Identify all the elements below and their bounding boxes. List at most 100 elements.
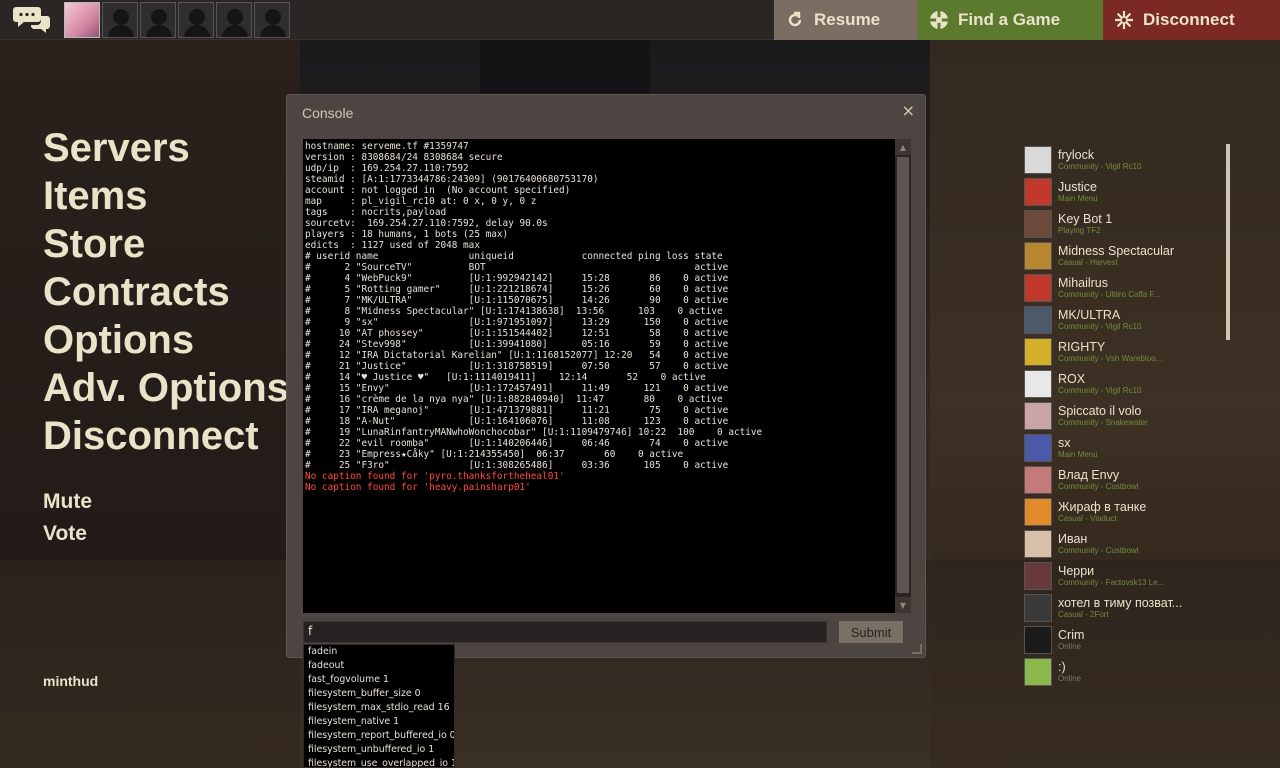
friend-status: Main Menu — [1058, 194, 1098, 204]
menu-items[interactable]: Items — [43, 172, 289, 220]
party-slot-empty[interactable] — [216, 2, 252, 38]
menu-options[interactable]: Options — [43, 316, 289, 364]
autocomplete-option[interactable]: fadeout — [304, 659, 454, 673]
friend-status: Community - Cuѕtbowl — [1058, 546, 1139, 556]
friend-item[interactable]: Justice Main Menu — [1024, 176, 1234, 208]
friends-scrollbar[interactable] — [1226, 144, 1230, 340]
party-avatar-self[interactable] — [64, 2, 100, 38]
console-command-input[interactable]: f — [303, 621, 827, 643]
console-log-line: tags : nocrits,payload — [305, 207, 447, 218]
menu-store[interactable]: Store — [43, 220, 289, 268]
menu-mute[interactable]: Mute — [43, 486, 92, 518]
chat-bubbles-icon[interactable] — [12, 4, 52, 36]
friend-item[interactable]: Key Bot 1 Playing TF2 — [1024, 208, 1234, 240]
friend-item[interactable]: sx Main Menu — [1024, 432, 1234, 464]
friend-item[interactable]: frylock Community - Vigil Rc10 — [1024, 144, 1234, 176]
party-slot-empty[interactable] — [178, 2, 214, 38]
console-error-line: No caption found for 'heavy.painsharp01' — [305, 482, 531, 493]
friend-item[interactable]: Mihailrus Community - Ultiiro Caffa F... — [1024, 272, 1234, 304]
scroll-down-icon[interactable]: ▼ — [895, 597, 911, 613]
friend-item[interactable]: :) Online — [1024, 656, 1234, 688]
friend-item[interactable]: Spiccato il volo Community - Snakewater — [1024, 400, 1234, 432]
friend-item[interactable]: Жираф в танке Casual - Viaduct — [1024, 496, 1234, 528]
menu-adv-options[interactable]: Adv. Options — [43, 364, 289, 412]
autocomplete-option[interactable]: fast_fogvolume 1 — [304, 673, 454, 687]
friend-item[interactable]: Midness Spectacular Casual - Harvest — [1024, 240, 1234, 272]
menu-servers[interactable]: Servers — [43, 124, 289, 172]
console-log-text: hostname: serveme.tf #1359747 version : … — [305, 141, 895, 493]
console-log-line: sourcetv: 169.254.27.110:7592, delay 90.… — [305, 218, 548, 229]
friend-item[interactable]: RIGHTY Community - Vsh Warebloo... — [1024, 336, 1234, 368]
friend-avatar — [1024, 210, 1052, 238]
disconnect-top-label: Disconnect — [1143, 10, 1235, 29]
friend-name: Черри — [1058, 564, 1095, 578]
friend-status: Casual - 2Fort — [1058, 610, 1109, 620]
close-icon[interactable]: × — [902, 101, 915, 120]
friend-item[interactable]: MK/ULTRA Community - Vigil Rc10 — [1024, 304, 1234, 336]
top-bar: Resume Find a Game Disconnect — [0, 0, 1280, 40]
scroll-up-icon[interactable]: ▲ — [895, 139, 911, 155]
console-log-line: # 10 "AT phossey" [U:1:151544402] 12:51 … — [305, 328, 729, 339]
autocomplete-option[interactable]: fadein — [304, 645, 454, 659]
autocomplete-option[interactable]: filesystem_unbuffered_io 1 — [304, 743, 454, 757]
find-game-button[interactable]: Find a Game — [918, 0, 1103, 40]
friend-name: Key Bot 1 — [1058, 212, 1113, 226]
menu-vote[interactable]: Vote — [43, 518, 92, 550]
console-log-line: hostname: serveme.tf #1359747 — [305, 141, 469, 152]
menu-contracts[interactable]: Contracts — [43, 268, 289, 316]
friend-item[interactable]: Черри Community - Factovsk13 Le... — [1024, 560, 1234, 592]
friend-status: Community - Factovsk13 Le... — [1058, 578, 1165, 588]
friend-item[interactable]: Crim Online — [1024, 624, 1234, 656]
resume-button[interactable]: Resume — [774, 0, 918, 40]
console-scrollbar[interactable]: ▲ ▼ — [895, 139, 911, 613]
console-log-line: # 18 "A-Nut" [U:1:164106076] 11:08 123 0… — [305, 416, 729, 427]
friend-item[interactable]: ROX Community - Vigil Rc10 — [1024, 368, 1234, 400]
menu-disconnect[interactable]: Disconnect — [43, 412, 289, 460]
console-error-line: No caption found for 'pyro.thanksfortheh… — [305, 471, 565, 482]
autocomplete-option[interactable]: filesystem_native 1 — [304, 715, 454, 729]
find-game-label: Find a Game — [958, 10, 1061, 29]
friend-avatar — [1024, 402, 1052, 430]
console-log[interactable]: hostname: serveme.tf #1359747 version : … — [303, 139, 895, 613]
friend-name: Spiccato il volo — [1058, 404, 1142, 418]
friend-status: Main Menu — [1058, 450, 1098, 460]
friend-name: Crim — [1058, 628, 1085, 642]
friend-item[interactable]: Влад Envy Community - Cuѕtbowl — [1024, 464, 1234, 496]
resize-grip-icon[interactable] — [912, 644, 922, 654]
friend-status: Casual - Harvest — [1058, 258, 1118, 268]
console-log-line: version : 8308684/24 8308684 secure — [305, 152, 503, 163]
scroll-thumb[interactable] — [897, 157, 909, 593]
main-menu: Servers Items Store Contracts Options Ad… — [43, 124, 289, 460]
console-title: Console — [302, 105, 354, 121]
console-log-line: # 2 "SourceTV" BOT active — [305, 262, 729, 273]
party-slot-empty[interactable] — [102, 2, 138, 38]
friend-avatar — [1024, 626, 1052, 654]
submit-button[interactable]: Submit — [839, 621, 903, 643]
sub-menu: Mute Vote — [43, 486, 92, 550]
autocomplete-option[interactable]: filesystem_buffer_size 0 — [304, 687, 454, 701]
friend-avatar — [1024, 146, 1052, 174]
friend-avatar — [1024, 178, 1052, 206]
console-log-line: # 14 "♥ Justice ♥" [U:1:1114019411] 12:1… — [305, 372, 706, 383]
friend-name: sx — [1058, 436, 1071, 450]
console-log-line: # 21 "Justice" [U:1:318758519] 07:50 57 … — [305, 361, 729, 372]
console-log-line: # userid name uniqueid connected ping lo… — [305, 251, 723, 262]
party-slot-empty[interactable] — [140, 2, 176, 38]
friend-avatar — [1024, 562, 1052, 590]
friend-item[interactable]: Иван Community - Cuѕtbowl — [1024, 528, 1234, 560]
friend-avatar — [1024, 434, 1052, 462]
console-log-line: # 17 "IRA meganoj" [U:1:471379881] 11:21… — [305, 405, 729, 416]
autocomplete-option[interactable]: filesystem_max_stdio_read 16 — [304, 701, 454, 715]
friend-status: Playing TF2 — [1058, 226, 1101, 236]
party-slot-empty[interactable] — [254, 2, 290, 38]
disconnect-top-button[interactable]: Disconnect — [1103, 0, 1280, 40]
console-log-line: # 12 "IRA Dictatorial Karelian" [U:1:116… — [305, 350, 729, 361]
friend-avatar — [1024, 658, 1052, 686]
console-log-line: # 9 "sx" [U:1:971951097] 13:29 150 0 act… — [305, 317, 729, 328]
friend-avatar — [1024, 274, 1052, 302]
friend-item[interactable]: хотел в тиму позват... Casual - 2Fort — [1024, 592, 1234, 624]
autocomplete-option[interactable]: filesystem_use_overlapped_io 1 — [304, 757, 454, 767]
console-log-line: # 23 "Empress★Cåky" [U:1:214355450] 06:3… — [305, 449, 684, 460]
autocomplete-option[interactable]: filesystem_report_buffered_io 0 — [304, 729, 454, 743]
friend-avatar — [1024, 306, 1052, 334]
